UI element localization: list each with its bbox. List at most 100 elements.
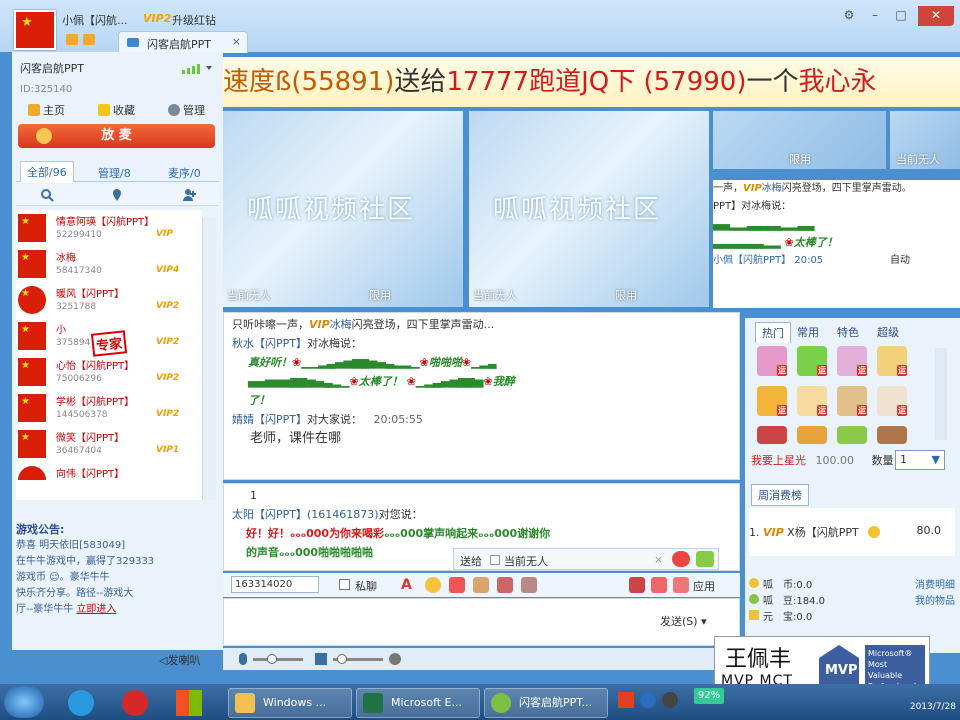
gift-item[interactable]: 运 [797,346,827,376]
list-item[interactable]: ★ 心怡【闪航PPT】 75006296 VIP2 [16,354,202,390]
hammer-icon[interactable] [497,577,513,593]
user-id: 52299410 [56,230,102,240]
list-item[interactable]: ★ 学彬【闪航PPT】 144506378 VIP2 [16,390,202,426]
task-chatroom[interactable]: 闪客启航PPT... [484,688,608,718]
list-item[interactable]: ★ 情意阿瑛【闪航PPT】 52299410 VIP [16,210,202,246]
list-item[interactable]: 向伟【闪PPT】 [16,462,202,498]
speaker-button[interactable]: ◁发喇叭 [159,652,200,668]
upgrade-link[interactable]: 升级红钻 [172,12,216,28]
gift-item[interactable]: 运 [877,386,907,416]
volume-icon[interactable] [315,653,327,665]
help-icon[interactable] [640,692,656,708]
qty-select[interactable]: 1 ▼ [895,450,945,470]
tab-admin[interactable]: 管理/8 [92,163,137,183]
video-slot-1[interactable]: 呱呱视频社区 当前无人 限用 [223,111,463,307]
calendar-icon[interactable] [651,577,667,593]
task-excel[interactable]: Microsoft E... [356,688,480,718]
detail-link[interactable]: 消费明细 [915,578,955,594]
nav-manage[interactable]: 管理 [168,102,205,118]
video-slot-2[interactable]: 呱呱视频社区 当前无人 限用 [469,111,709,307]
gift-item[interactable]: 运 [797,386,827,416]
enter-link[interactable]: 立即进入 [76,604,116,615]
gift-box-icon[interactable] [449,577,465,593]
mic-button[interactable]: 放 麦 [18,124,215,148]
zoom-badge[interactable]: 92% [694,688,724,704]
ie-icon[interactable] [68,690,94,716]
tab-queue[interactable]: 麦序/0 [162,163,207,183]
broom-icon[interactable] [521,577,537,593]
star-link[interactable]: 我要上星光 [751,454,806,467]
hand-icon[interactable] [473,577,489,593]
font-icon[interactable]: A [401,577,417,593]
settings-icon[interactable]: ⚙ [836,6,862,26]
lock-icon[interactable] [66,34,78,45]
close-button[interactable]: ✕ [918,6,954,26]
apply-label[interactable]: 应用 [693,578,715,594]
windows-store-icon[interactable] [176,690,202,716]
mic-icon[interactable] [239,653,247,665]
tab-special[interactable]: 特色 [831,322,865,342]
private-checkbox[interactable] [339,579,350,590]
tulip-icon[interactable] [629,577,645,593]
chat-sender[interactable]: 太阳【闪PPT】 [232,508,307,521]
video-slot-4[interactable]: 当前无人 [890,111,960,169]
username[interactable]: 小佩【闪航... [62,12,128,28]
coin-icon [749,578,759,588]
list-item[interactable]: ★ 暖风【闪PPT】 3251788 VIP2 [16,282,202,318]
search-icon[interactable] [40,188,54,202]
chat-sender[interactable]: 婧婧【闪PPT】 [232,413,307,426]
app-icon[interactable] [673,577,689,593]
tab-close-icon[interactable]: × [232,35,241,48]
list-item[interactable]: ★ 微笑【闪PPT】 36467404 VIP1 [16,426,202,462]
tab-all[interactable]: 全部/96 [20,161,74,183]
volume-slider-handle[interactable] [337,654,347,664]
public-chat[interactable]: 只听咔嚓一声，VIP冰梅闪亮登场，四下里掌声雷动... 秋水【闪PPT】对冰梅说… [223,312,740,480]
task-explorer[interactable]: Windows ... [228,688,352,718]
send-to-target[interactable]: 当前无人 [504,553,548,569]
maximize-button[interactable]: □ [888,6,914,26]
gift-icon[interactable] [672,551,690,567]
bag-icon[interactable] [83,34,95,45]
video-slot-3[interactable]: 限用 [713,111,886,169]
tray-icon[interactable] [662,692,678,708]
record-icon[interactable] [389,653,401,665]
send-to-checkbox[interactable] [490,555,500,565]
location-icon[interactable] [110,188,124,202]
emoji-icon[interactable] [425,577,441,593]
clear-icon[interactable]: × [654,553,663,566]
nav-favorite[interactable]: 收藏 [98,102,135,118]
basket-icon[interactable] [696,551,714,567]
tab-hot[interactable]: 热门 [755,322,791,343]
gift-scrollbar[interactable] [935,348,947,440]
add-user-icon[interactable] [182,188,196,202]
gift-item[interactable]: 运 [837,386,867,416]
tab-common[interactable]: 常用 [791,322,825,342]
clock[interactable]: 2013/7/28 [910,686,956,714]
chat-sender[interactable]: 秋水【闪PPT】 [232,337,307,350]
gift-item[interactable]: 运 [757,346,787,376]
app-red-icon[interactable] [122,690,148,716]
list-item[interactable]: ★ 冰梅 58417340 VIP4 [16,246,202,282]
mic-slider[interactable] [253,658,303,661]
gift-item[interactable]: 运 [757,386,787,416]
nav-home[interactable]: 主页 [28,102,65,118]
id-select[interactable]: 163314020 [231,576,319,593]
rank-name[interactable]: X杨【闪航PPT [787,526,859,539]
gift-item[interactable]: 运 [877,346,907,376]
goods-link[interactable]: 我的物品 [915,594,955,610]
gift-item[interactable] [797,426,827,444]
gift-item[interactable] [837,426,867,444]
user-list-scrollbar[interactable] [202,218,216,500]
tab-room[interactable]: 闪客启航PPT × [118,31,248,53]
gift-item[interactable] [757,426,787,444]
gift-item[interactable]: 运 [837,346,867,376]
mic-slider-handle[interactable] [267,654,277,664]
start-button[interactable] [4,686,44,718]
minimize-button[interactable]: – [862,6,888,26]
gift-item[interactable] [877,426,907,444]
tab-week-rank[interactable]: 周消费榜 [751,484,809,506]
tab-super[interactable]: 超级 [871,322,905,342]
send-button[interactable]: 发送(S) ▾ [660,612,720,634]
user-avatar[interactable]: ★ [14,10,56,50]
tray-icon[interactable] [618,692,634,708]
